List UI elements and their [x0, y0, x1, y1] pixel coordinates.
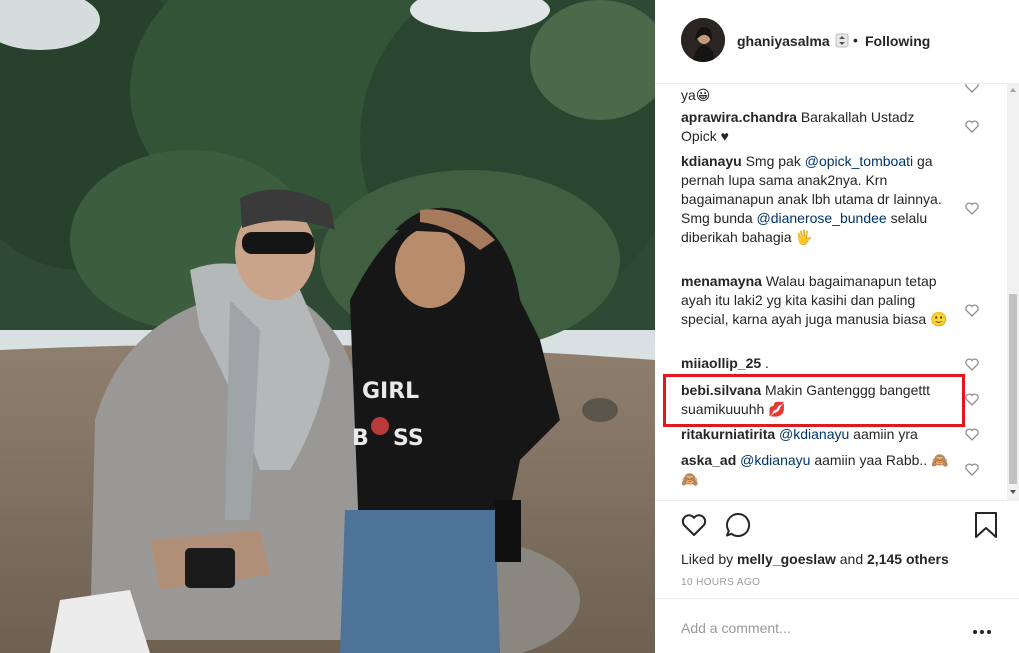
comments-scrollbar[interactable] — [1007, 84, 1019, 500]
comment-username[interactable]: miiaollip_25 — [681, 355, 761, 371]
comment-text: ya😀 — [681, 87, 711, 103]
svg-text:B: B — [352, 426, 369, 451]
comment-item: ya😀 — [681, 86, 953, 105]
speech-bubble-icon[interactable] — [724, 511, 752, 539]
comment-username[interactable]: kdianayu — [681, 153, 742, 169]
add-comment-input[interactable] — [681, 620, 941, 636]
comment-mention[interactable]: @kdianayu — [740, 452, 810, 468]
comment-like-heart-icon[interactable] — [965, 202, 979, 215]
comment-like-heart-icon[interactable] — [965, 304, 979, 317]
heart-outline-icon[interactable] — [680, 511, 708, 539]
likes-prefix: Liked by — [681, 551, 738, 567]
verified-badge-icon — [835, 33, 849, 48]
comment-item: ritakurniatirita @kdianayu aamiin yra — [681, 425, 953, 444]
avatar-image — [681, 18, 725, 62]
comment-like-heart-icon[interactable] — [965, 358, 979, 371]
scroll-up-arrow-icon[interactable] — [1010, 88, 1016, 92]
comment-item: aska_ad @kdianayu aamiin yaa Rabb.. 🙈🙈 — [681, 451, 953, 489]
username-link[interactable]: ghaniyasalma — [737, 33, 830, 49]
header-separator: • — [853, 32, 858, 48]
likes-count-link[interactable]: 2,145 others — [867, 551, 949, 567]
ellipsis-icon[interactable] — [973, 621, 997, 634]
comment-like-heart-icon[interactable] — [965, 84, 979, 93]
comment-text: Smg pak — [745, 153, 805, 169]
comment-username[interactable]: bebi.silvana — [681, 382, 761, 398]
comment-username[interactable]: ritakurniatirita — [681, 426, 775, 442]
post-timestamp[interactable]: 10 HOURS AGO — [681, 577, 760, 588]
comment-username[interactable]: aska_ad — [681, 452, 736, 468]
following-button[interactable]: Following — [865, 33, 930, 49]
post-photo-image: GIRL B SS — [0, 0, 655, 653]
likes-middle: and — [835, 551, 868, 567]
comment-username[interactable]: aprawira.chandra — [681, 109, 797, 125]
svg-text:GIRL: GIRL — [362, 379, 419, 404]
comment-item: aprawira.chandra Barakallah Ustadz Opick… — [681, 108, 953, 146]
post-header: ghaniyasalma • Following — [655, 0, 1019, 84]
comment-item: miiaollip_25 . — [681, 354, 953, 373]
comment-item: kdianayu Smg pak @opick_tomboati ga pern… — [681, 152, 953, 247]
comment-like-heart-icon[interactable] — [965, 393, 979, 406]
likes-summary: Liked by melly_goeslaw and 2,145 others — [681, 551, 949, 567]
add-comment-bar — [655, 598, 1019, 653]
comment-item: menamayna Walau bagaimanapun tetap ayah … — [681, 272, 953, 329]
comment-mention[interactable]: @dianerose_bundee — [757, 210, 887, 226]
bookmark-icon[interactable] — [974, 511, 998, 539]
comment-username[interactable]: menamayna — [681, 273, 762, 289]
comment-like-heart-icon[interactable] — [965, 463, 979, 476]
svg-text:SS: SS — [393, 426, 424, 451]
comment-text: . — [765, 355, 769, 371]
comment-mention[interactable]: @kdianayu — [779, 426, 849, 442]
scroll-down-arrow-icon[interactable] — [1010, 490, 1016, 494]
scrollbar-thumb[interactable] — [1009, 294, 1017, 484]
post-sidebar: ghaniyasalma • Following ya😀 aprawira.ch… — [655, 0, 1019, 653]
comment-text: aamiin yra — [849, 426, 918, 442]
liked-by-user-link[interactable]: melly_goeslaw — [737, 551, 836, 567]
avatar[interactable] — [681, 18, 725, 62]
comment-like-heart-icon[interactable] — [965, 120, 979, 133]
comment-like-heart-icon[interactable] — [965, 428, 979, 441]
post-photo[interactable]: GIRL B SS — [0, 0, 655, 653]
comments-list[interactable]: ya😀 aprawira.chandra Barakallah Ustadz O… — [655, 84, 1007, 500]
comment-item: bebi.silvana Makin Gantenggg bangettt su… — [681, 381, 953, 419]
comment-mention[interactable]: @opick_tomboati — [805, 153, 913, 169]
actions-divider — [655, 500, 1019, 501]
